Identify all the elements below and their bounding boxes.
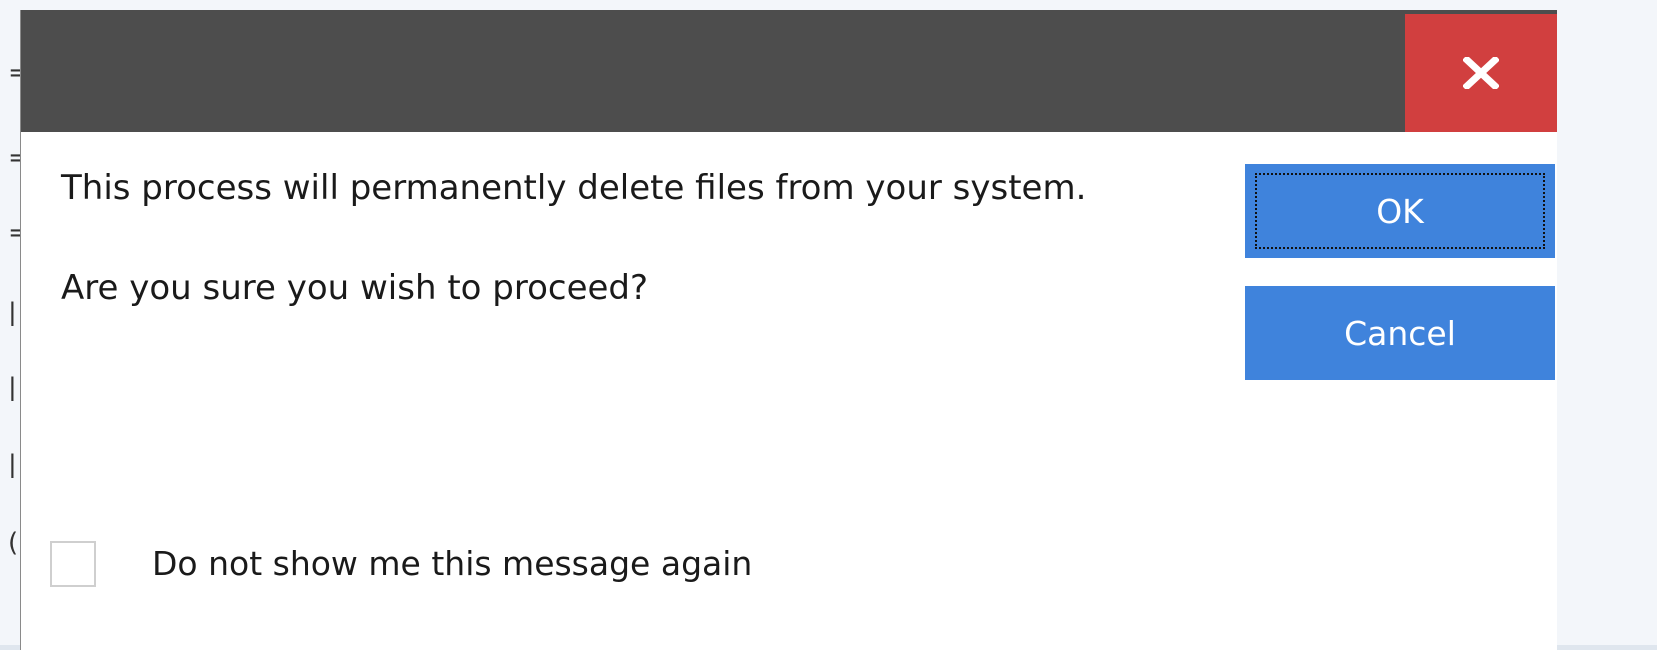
- dialog-message-warning: This process will permanently delete fil…: [61, 168, 1087, 208]
- cancel-button[interactable]: Cancel: [1245, 286, 1555, 380]
- cancel-button-label: Cancel: [1344, 313, 1456, 353]
- background-row-marker: =: [8, 220, 22, 246]
- confirm-delete-dialog: This process will permanently delete fil…: [21, 10, 1557, 650]
- background-row-marker: |: [8, 452, 17, 478]
- close-button[interactable]: [1405, 14, 1557, 132]
- background-row-marker: |: [8, 375, 17, 401]
- background-row-marker: |: [8, 300, 17, 326]
- dont-show-again-checkbox[interactable]: [50, 541, 96, 587]
- dialog-message-question: Are you sure you wish to proceed?: [61, 268, 649, 308]
- ok-button-label: OK: [1376, 191, 1424, 231]
- background-row-marker: =: [8, 60, 22, 86]
- background-row-marker: (: [8, 530, 19, 556]
- dont-show-again-label[interactable]: Do not show me this message again: [152, 544, 752, 584]
- close-icon: [1463, 57, 1499, 89]
- dont-show-again-row: Do not show me this message again: [50, 541, 752, 587]
- background-row-marker: =: [8, 145, 22, 171]
- ok-button[interactable]: OK: [1245, 164, 1555, 258]
- dialog-titlebar: [21, 10, 1557, 132]
